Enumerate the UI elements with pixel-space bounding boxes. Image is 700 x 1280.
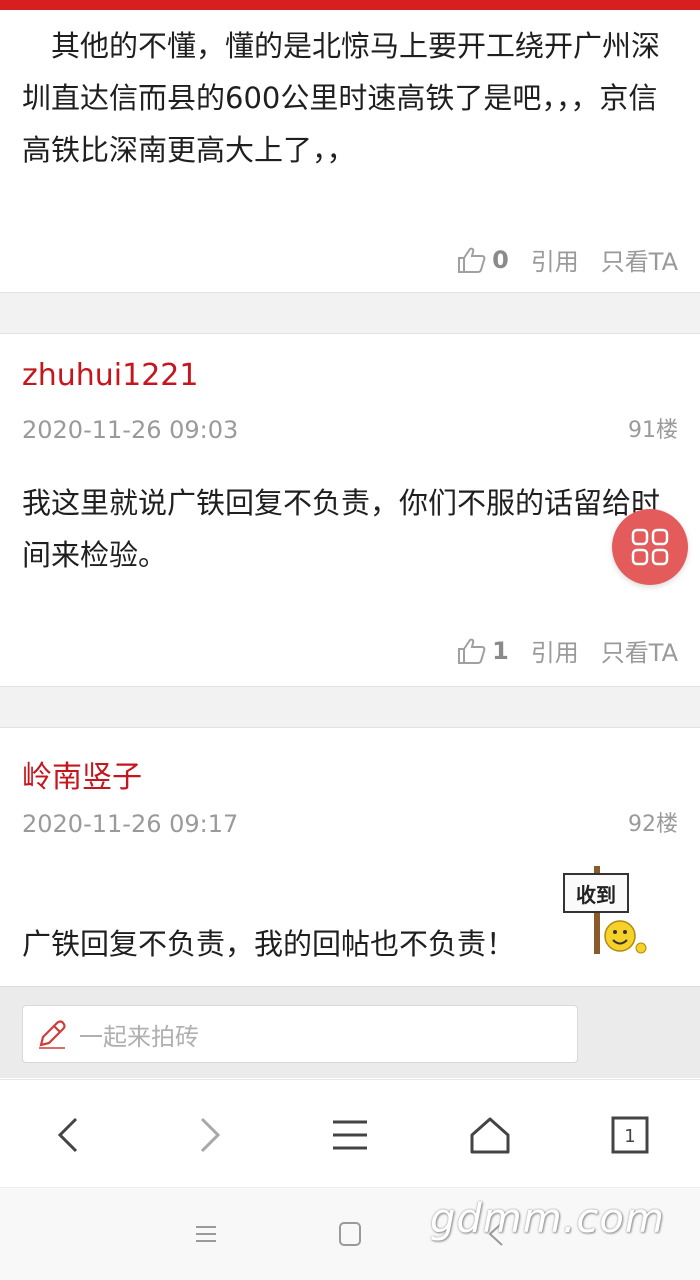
floor-number: 91楼 <box>628 418 678 443</box>
menu-button[interactable] <box>325 1110 375 1160</box>
tabs-icon: 1 <box>611 1116 649 1154</box>
recent-apps-icon[interactable] <box>194 1222 218 1246</box>
only-ta-button[interactable]: 只看TA <box>601 242 678 277</box>
top-accent-strip <box>0 0 700 10</box>
home-icon <box>470 1117 510 1154</box>
back-button[interactable] <box>44 1110 94 1160</box>
home-square-icon[interactable] <box>338 1221 362 1247</box>
forward-arrow-icon <box>200 1117 221 1153</box>
pen-icon <box>39 1020 66 1049</box>
quote-button[interactable]: 引用 <box>531 242 579 277</box>
tabs-button[interactable]: 1 <box>605 1110 655 1160</box>
sign-text: 收到 <box>576 883 616 907</box>
grid-menu-icon <box>631 528 669 566</box>
post-author[interactable]: 岭南竖子 <box>22 752 142 796</box>
site-watermark: gdmm.com <box>430 1196 665 1242</box>
floor-number: 92楼 <box>628 812 678 837</box>
post-author[interactable]: zhuhui1221 <box>22 358 198 393</box>
post-time: 2020-11-26 09:03 <box>22 416 239 444</box>
only-ta-button[interactable]: 只看TA <box>601 633 678 668</box>
post-item: zhuhui1221 2020-11-26 09:03 91楼 我这里就说广铁回… <box>0 334 700 686</box>
home-button[interactable] <box>465 1110 515 1160</box>
reply-bar: 一起来拍砖 <box>0 986 700 1078</box>
post-continued: 其他的不懂，懂的是北惊马上要开工绕开广州深圳直达信而县的600公里时速高铁了是吧… <box>0 10 700 292</box>
like-icon[interactable] <box>456 246 486 274</box>
post-divider <box>0 686 700 728</box>
browser-toolbar: 1 <box>0 1079 700 1187</box>
post-divider <box>0 292 700 334</box>
post-actions: 0 引用 只看TA <box>456 242 678 277</box>
menu-icon <box>333 1120 367 1150</box>
post-actions: 1 引用 只看TA <box>456 633 678 668</box>
quote-button[interactable]: 引用 <box>531 633 579 668</box>
post-body: 我这里就说广铁回复不负责，你们不服的话留给时间来检验。 <box>22 486 661 572</box>
like-icon[interactable] <box>456 637 486 665</box>
like-count: 0 <box>492 245 509 274</box>
post-time: 2020-11-26 09:17 <box>22 810 239 838</box>
tab-count: 1 <box>624 1126 635 1147</box>
post-body: 其他的不懂，懂的是北惊马上要开工绕开广州深圳直达信而县的600公里时速高铁了是吧… <box>22 29 661 167</box>
sign-emoji-icon: 收到 <box>563 866 647 954</box>
reply-placeholder: 一起来拍砖 <box>79 1022 199 1051</box>
forward-button[interactable] <box>184 1110 234 1160</box>
back-arrow-icon <box>57 1117 78 1153</box>
floating-menu-button[interactable] <box>612 509 688 585</box>
reply-input[interactable]: 一起来拍砖 <box>22 1005 578 1063</box>
like-count: 1 <box>492 636 509 665</box>
